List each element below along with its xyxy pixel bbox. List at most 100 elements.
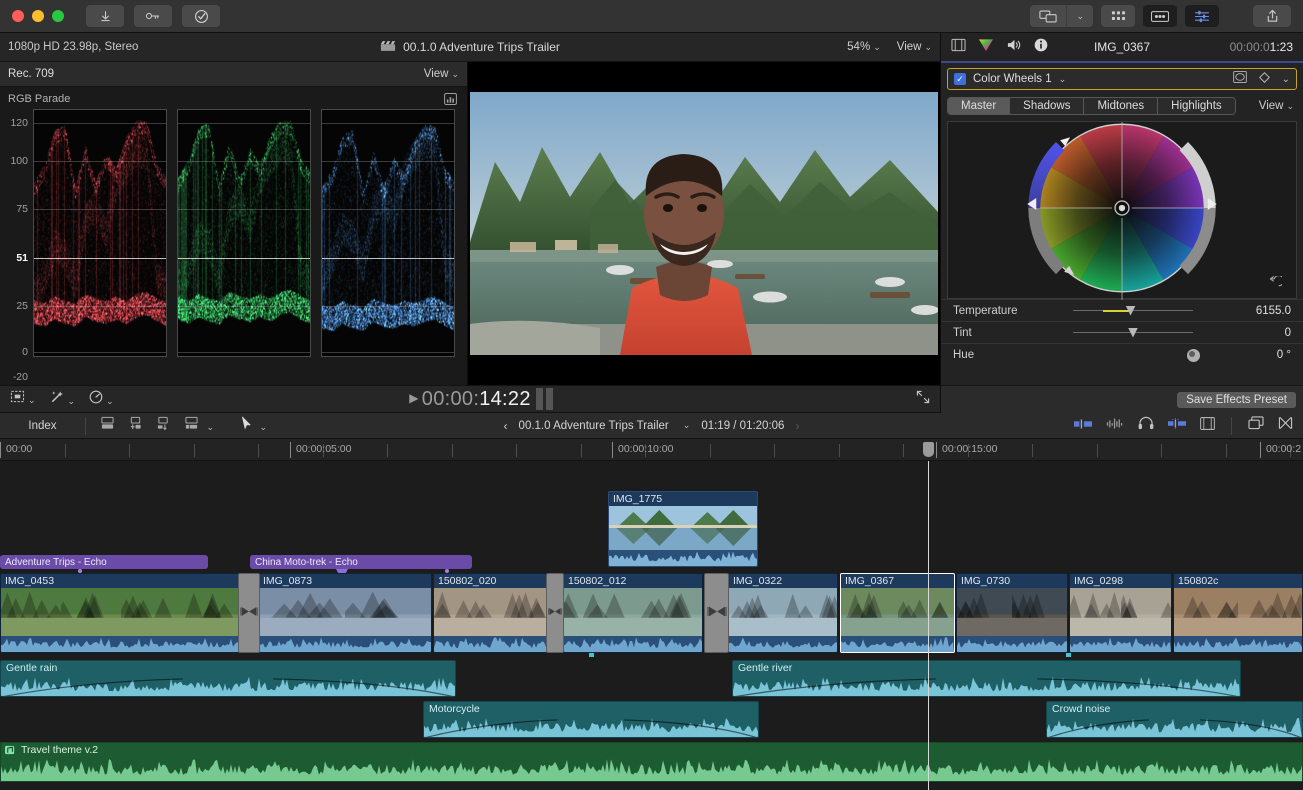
storyline-clip[interactable]: IMG_0453 (0, 573, 240, 653)
expand-icon[interactable] (916, 390, 930, 409)
mask-icon[interactable] (1233, 70, 1247, 88)
clip-name: IMG_0298 (1074, 575, 1123, 587)
scopes-header: Rec. 709 View⌄ (0, 62, 467, 87)
storyline-clip[interactable]: IMG_0298 (1069, 573, 1172, 653)
param-row-temperature: Temperature 6155.0 (941, 299, 1303, 321)
inspector-duration: 00:00:01:23 (1230, 40, 1293, 54)
transition-clip[interactable] (704, 573, 729, 653)
analyze-button[interactable] (182, 5, 220, 27)
titlebar: ⌄ (0, 0, 1303, 33)
inspector-header: IMG_0367 00:00:01:23 (941, 33, 1303, 63)
effect-menu-chevron-icon[interactable]: ⌄ (1282, 74, 1290, 85)
timeline-project-chevron-icon[interactable]: ⌄ (683, 420, 691, 431)
param-label: Temperature (953, 305, 1073, 317)
effect-name-chevron-icon[interactable]: ⌄ (1059, 74, 1067, 85)
viewer-transport-bar: ⌄ ⌄ ⌄ ▶00:00:14:22 (0, 385, 940, 413)
film-icon[interactable] (951, 38, 966, 57)
info-icon[interactable] (1034, 38, 1048, 57)
save-effects-preset-button[interactable]: Save Effects Preset (1177, 392, 1296, 408)
keyframe-diamond-icon[interactable] (1259, 70, 1270, 88)
playhead[interactable] (928, 461, 929, 790)
transition-clip[interactable] (238, 573, 260, 653)
timeline-toggle-button[interactable] (1143, 5, 1177, 27)
clip-thumbnail (1121, 588, 1171, 636)
speedometer-icon[interactable]: ⌄ (89, 390, 114, 409)
viewer-view-menu[interactable]: View⌄ (897, 41, 932, 53)
keywords-button[interactable] (134, 5, 172, 27)
master-color-wheel[interactable] (947, 121, 1297, 299)
transition-clip[interactable] (546, 573, 564, 653)
param-slider-temperature[interactable] (1073, 306, 1193, 316)
share-button[interactable] (1253, 5, 1291, 27)
clip-name: 150802_020 (438, 575, 496, 587)
clip-thumbnail (783, 588, 837, 636)
clip-thumbnail (121, 588, 181, 636)
storyline-clip[interactable]: 150802c (1173, 573, 1303, 653)
wheel-tab-shadows[interactable]: Shadows (1009, 98, 1083, 114)
clip-thumbnail (609, 506, 683, 550)
close-button[interactable] (12, 10, 24, 22)
clip-keyframe-dot[interactable] (589, 653, 594, 657)
timeline-canvas[interactable]: Adventure Trips - Echo China Moto-trek - … (0, 461, 1303, 790)
audio-clip[interactable]: Motorcycle (423, 701, 759, 738)
viewer[interactable] (468, 62, 940, 385)
clip-marker-dot[interactable] (445, 569, 449, 573)
storyline-clip[interactable]: 150802_020 (433, 573, 550, 653)
audio-clip[interactable]: Crowd noise (1046, 701, 1303, 738)
scope-settings-icon[interactable] (444, 92, 457, 110)
crop-icon[interactable]: ⌄ (10, 390, 36, 408)
audio-clip[interactable]: Gentle rain (0, 660, 456, 697)
effect-header-color-wheels[interactable]: ✓ Color Wheels 1 ⌄ ⌄ (947, 68, 1297, 90)
clip-thumbnail (1, 588, 61, 636)
chevron-down-icon[interactable]: ⌄ (1066, 5, 1093, 27)
param-value[interactable]: 0 ° (1277, 349, 1291, 361)
reset-arrow-icon[interactable] (1268, 276, 1282, 292)
color-wheel-tabs: MasterShadowsMidtonesHighlights View⌄ (947, 97, 1297, 115)
screens-icon[interactable] (1030, 5, 1066, 27)
audio-clip[interactable]: Gentle river (732, 660, 1241, 697)
browser-toggle-button[interactable] (1101, 5, 1135, 27)
clip-name: 150802_012 (568, 575, 626, 587)
storyline-clip[interactable]: IMG_0873 (258, 573, 432, 653)
speaker-icon[interactable] (1006, 38, 1022, 57)
storyline-clip[interactable]: IMG_0730 (956, 573, 1068, 653)
clip-keyframe-dot[interactable] (1066, 653, 1071, 657)
music-clip[interactable]: Travel theme v.2 (0, 742, 1303, 782)
param-value[interactable]: 0 (1285, 327, 1291, 339)
wheel-tab-master[interactable]: Master (948, 98, 1009, 114)
clip-thumbnail (259, 588, 345, 636)
wheel-tab-midtones[interactable]: Midtones (1083, 98, 1157, 114)
color-view-menu[interactable]: View⌄ (1259, 100, 1297, 112)
magic-wand-icon[interactable]: ⌄ (50, 390, 76, 409)
maximize-button[interactable] (52, 10, 64, 22)
storyline-clip[interactable]: 150802_012 (563, 573, 703, 653)
param-slider-tint[interactable] (1073, 328, 1193, 338)
display-mode-group[interactable]: ⌄ (1030, 5, 1093, 27)
ruler-tick (258, 444, 259, 457)
param-slider-hue[interactable] (1073, 350, 1193, 360)
ruler-timecode-label: 00:00:15:00 (942, 443, 997, 455)
import-media-button[interactable] (86, 5, 124, 27)
storyline-clip[interactable]: IMG_0367 (840, 573, 955, 653)
scopes-view-menu[interactable]: View⌄ (424, 68, 459, 80)
connected-clip[interactable]: IMG_1775 (608, 491, 758, 567)
title-clip[interactable]: China Moto-trek - Echo (250, 555, 472, 569)
inspector-toggle-button[interactable] (1185, 5, 1219, 27)
back-arrow-icon[interactable]: ‹ (504, 419, 508, 433)
color-triangle-icon[interactable] (978, 38, 994, 57)
audio-meter-mini[interactable] (536, 388, 553, 410)
minimize-button[interactable] (32, 10, 44, 22)
effect-enabled-checkbox[interactable]: ✓ (954, 73, 966, 85)
zoom-level-menu[interactable]: 54%⌄ (847, 41, 881, 53)
storyline-clip[interactable]: IMG_0322 (728, 573, 838, 653)
timeline-ruler[interactable]: 00:0000:00:05:0000:00:10:0000:00:15:0000… (0, 439, 1303, 461)
clip-marker-dot[interactable] (78, 569, 82, 573)
timeline-project-name[interactable]: 00.1.0 Adventure Trips Trailer (519, 420, 669, 432)
ruler-major-tick (0, 442, 1, 458)
clip-audio-waveform (957, 636, 1067, 652)
forward-arrow-icon[interactable]: › (795, 419, 799, 433)
wheel-tab-highlights[interactable]: Highlights (1157, 98, 1235, 114)
param-value[interactable]: 6155.0 (1256, 305, 1291, 317)
playhead-handle[interactable] (923, 442, 934, 457)
title-clip[interactable]: Adventure Trips - Echo (0, 555, 208, 569)
